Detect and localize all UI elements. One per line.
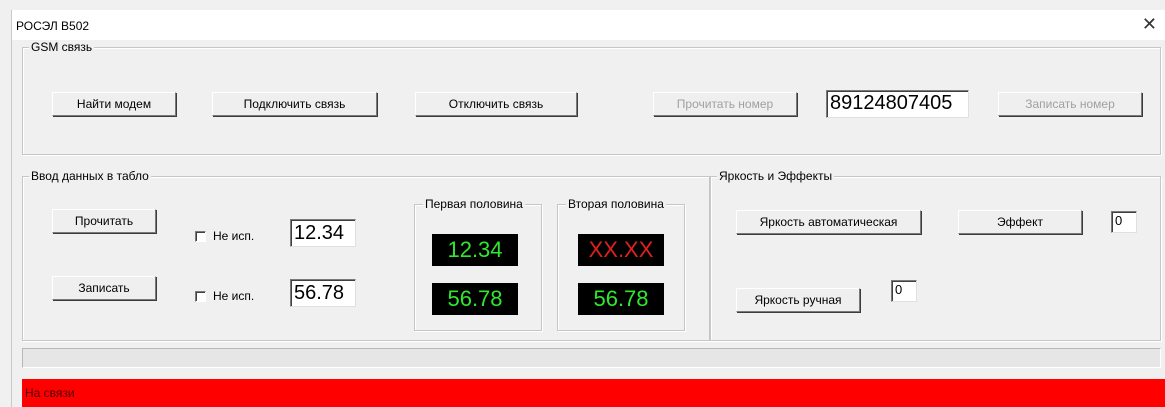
second-half-top-display: XX.XX: [578, 234, 664, 266]
checkbox-box[interactable]: [195, 290, 206, 302]
phone-number-field[interactable]: 89124807405: [826, 90, 969, 118]
first-half-group: Первая половина 12.34 56.78: [414, 197, 542, 331]
brightness-group-legend: Яркость и Эффекты: [717, 169, 835, 183]
find-modem-button[interactable]: Найти модем: [52, 92, 176, 116]
app-window: РОСЭЛ В502 ✕ GSM связь Найти модем Подкл…: [12, 10, 1165, 407]
second-half-group: Вторая половина XX.XX 56.78: [557, 197, 685, 331]
read-number-button[interactable]: Прочитать номер: [653, 92, 797, 116]
manual-brightness-button[interactable]: Яркость ручная: [736, 288, 860, 312]
first-half-top-display: 12.34: [432, 234, 518, 266]
close-icon[interactable]: ✕: [1142, 14, 1157, 34]
second-half-legend: Вторая половина: [566, 197, 666, 211]
unused-checkbox-2[interactable]: Не исп.: [195, 289, 254, 303]
effect-button[interactable]: Эффект: [958, 210, 1082, 234]
first-half-legend: Первая половина: [423, 197, 525, 211]
checkbox-label: Не исп.: [213, 229, 255, 243]
input-group: Ввод данных в табло Прочитать Записать Н…: [22, 169, 710, 341]
status-bar: На связи: [22, 379, 1165, 407]
gsm-group: GSM связь Найти модем Подключить связь О…: [22, 40, 1161, 155]
write-button[interactable]: Записать: [52, 276, 156, 300]
gsm-group-legend: GSM связь: [29, 40, 95, 54]
unused-checkbox-1[interactable]: Не исп.: [195, 229, 254, 243]
value-field-1[interactable]: 12.34: [290, 219, 356, 247]
checkbox-box[interactable]: [195, 230, 206, 242]
disconnect-button[interactable]: Отключить связь: [415, 92, 577, 116]
second-half-bottom-display: 56.78: [578, 283, 664, 315]
connect-button[interactable]: Подключить связь: [212, 92, 377, 116]
read-button[interactable]: Прочитать: [52, 209, 156, 233]
checkbox-label: Не исп.: [213, 289, 255, 303]
first-half-bottom-display: 56.78: [432, 283, 518, 315]
manual-brightness-field[interactable]: 0: [891, 280, 917, 302]
input-group-legend: Ввод данных в табло: [29, 169, 151, 183]
auto-brightness-button[interactable]: Яркость автоматическая: [736, 210, 921, 234]
title-bar: РОСЭЛ В502 ✕: [12, 10, 1165, 40]
write-number-button[interactable]: Записать номер: [998, 92, 1142, 116]
progress-bar: [22, 348, 1161, 368]
effect-value-field[interactable]: 0: [1111, 211, 1137, 233]
window-title: РОСЭЛ В502: [16, 19, 90, 33]
brightness-group: Яркость и Эффекты Яркость автоматическая…: [710, 169, 1161, 341]
value-field-2[interactable]: 56.78: [290, 279, 356, 307]
